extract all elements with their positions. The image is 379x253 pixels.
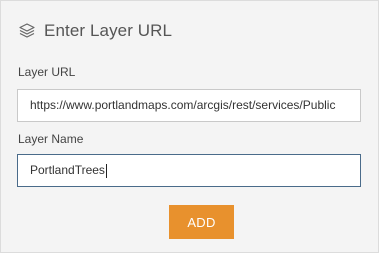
layer-name-label: Layer Name [18, 132, 84, 146]
add-button[interactable]: ADD [169, 205, 234, 239]
text-caret [105, 163, 107, 178]
layer-url-input[interactable]: https://www.portlandmaps.com/arcgis/rest… [17, 89, 361, 122]
panel-header: Enter Layer URL [18, 20, 172, 42]
enter-layer-url-panel: Enter Layer URL Layer URL https://www.po… [0, 0, 379, 253]
layer-url-value: https://www.portlandmaps.com/arcgis/rest… [30, 98, 336, 112]
panel-title: Enter Layer URL [44, 21, 173, 40]
layer-url-label: Layer URL [18, 65, 76, 79]
layer-name-input[interactable]: PortlandTrees [17, 154, 361, 187]
layer-name-value: PortlandTrees [30, 163, 105, 177]
layers-icon [18, 22, 36, 40]
